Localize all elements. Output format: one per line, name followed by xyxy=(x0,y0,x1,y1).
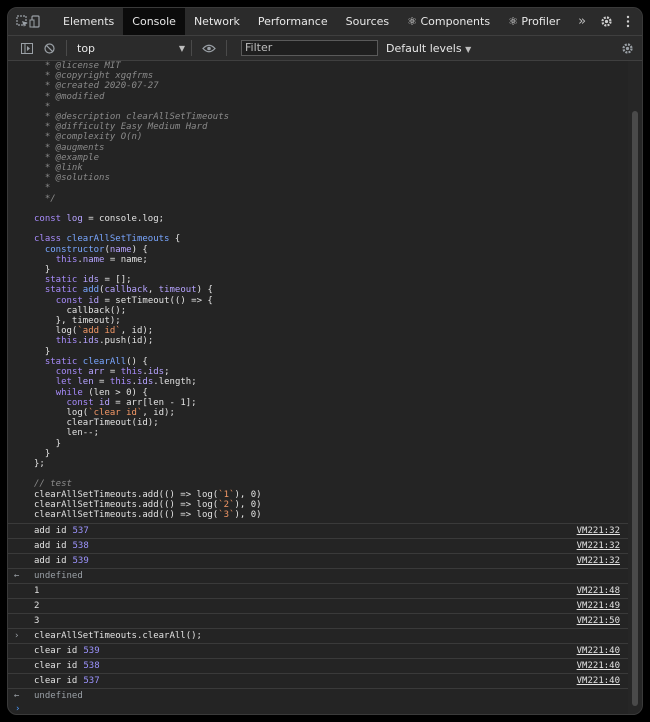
log-text: 3 xyxy=(34,616,40,627)
command-row: › clearAllSetTimeouts.clearAll(); xyxy=(8,628,628,643)
log-row: add id 539 VM221:32 xyxy=(8,553,628,568)
tab-elements[interactable]: Elements xyxy=(54,8,123,35)
console-scrollbar[interactable] xyxy=(628,61,642,714)
clear-console-icon[interactable] xyxy=(38,35,60,62)
return-value: undefined xyxy=(34,571,83,582)
source-link[interactable]: VM221:32 xyxy=(577,556,620,566)
return-value-row: ← undefined xyxy=(8,688,628,703)
chevron-down-icon: ▼ xyxy=(465,44,472,54)
log-row: 3 VM221:50 xyxy=(8,613,628,628)
tab-profiler[interactable]: ⚛ Profiler xyxy=(499,8,569,35)
console-toolbar: top ▼ Filter Default levels ▼ xyxy=(8,36,642,61)
log-number: 537 xyxy=(72,526,89,537)
log-levels-label: Default levels xyxy=(386,41,462,55)
context-label: top xyxy=(77,41,96,55)
source-link[interactable]: VM221:50 xyxy=(577,616,620,626)
source-link[interactable]: VM221:40 xyxy=(577,646,620,656)
log-text: 2 xyxy=(34,601,40,612)
toolbar-divider xyxy=(226,40,227,56)
return-arrow-icon: ← xyxy=(14,691,20,702)
source-link[interactable]: VM221:40 xyxy=(577,661,620,671)
inspect-element-icon[interactable] xyxy=(16,8,29,35)
tab-console[interactable]: Console xyxy=(123,8,185,35)
console-settings-gear-icon[interactable] xyxy=(616,35,638,62)
log-number: 539 xyxy=(72,556,89,567)
toolbar-divider xyxy=(191,40,192,56)
log-text: 1 xyxy=(34,586,40,597)
command-text: clearAllSetTimeouts.clearAll(); xyxy=(34,631,202,642)
source-link[interactable]: VM221:49 xyxy=(577,601,620,611)
more-tabs-button[interactable]: » xyxy=(569,8,595,35)
log-text: add id xyxy=(34,556,67,567)
return-value-row: ← undefined xyxy=(8,568,628,583)
kebab-menu-icon[interactable] xyxy=(617,8,639,35)
filter-input[interactable]: Filter xyxy=(241,40,378,56)
tab-network[interactable]: Network xyxy=(185,8,249,35)
input-prompt-icon: › xyxy=(14,631,20,642)
source-link[interactable]: VM221:40 xyxy=(577,676,620,686)
log-row: 2 VM221:49 xyxy=(8,598,628,613)
log-row: add id 538 VM221:32 xyxy=(8,538,628,553)
log-row: 1 VM221:48 xyxy=(8,583,628,598)
log-number: 539 xyxy=(83,646,100,657)
eye-icon[interactable] xyxy=(198,35,220,62)
source-link[interactable]: VM221:32 xyxy=(577,541,620,551)
log-text: add id xyxy=(34,526,67,537)
scrollbar-thumb[interactable] xyxy=(632,111,638,706)
toolbar-divider xyxy=(66,40,67,56)
log-text: clear id xyxy=(34,646,78,657)
devtools-tabbar: Elements Console Network Performance Sou… xyxy=(8,8,642,36)
source-link[interactable]: VM221:48 xyxy=(577,586,620,596)
close-icon[interactable] xyxy=(639,8,642,35)
log-row: clear id 539 VM221:40 xyxy=(8,643,628,658)
log-row: add id 537 VM221:32 xyxy=(8,523,628,538)
device-toggle-icon[interactable] xyxy=(29,8,42,35)
code-input-block: * @license MIT * @copyright xgqfrms * @c… xyxy=(34,61,262,520)
log-text: add id xyxy=(34,541,67,552)
log-text: clear id xyxy=(34,661,78,672)
log-row: clear id 537 VM221:40 xyxy=(8,673,628,688)
tab-performance[interactable]: Performance xyxy=(249,8,337,35)
log-levels-dropdown[interactable]: Default levels ▼ xyxy=(386,42,471,55)
chevron-down-icon: ▼ xyxy=(178,43,185,53)
prompt-caret-icon: › xyxy=(15,704,21,714)
return-arrow-icon: ← xyxy=(14,571,20,582)
log-row: clear id 538 VM221:40 xyxy=(8,658,628,673)
log-number: 538 xyxy=(83,661,100,672)
devtools-window: Elements Console Network Performance Sou… xyxy=(7,7,643,715)
return-value: undefined xyxy=(34,691,83,702)
source-link[interactable]: VM221:32 xyxy=(577,526,620,536)
log-number: 537 xyxy=(83,676,100,687)
log-number: 538 xyxy=(72,541,89,552)
console-output: * @license MIT * @copyright xgqfrms * @c… xyxy=(8,61,628,714)
gear-icon[interactable] xyxy=(595,8,617,35)
tab-sources[interactable]: Sources xyxy=(337,8,399,35)
log-text: clear id xyxy=(34,676,78,687)
console-prompt-input[interactable]: › xyxy=(8,703,628,714)
context-selector[interactable]: top ▼ xyxy=(73,42,185,55)
tab-components[interactable]: ⚛ Components xyxy=(398,8,499,35)
sidebar-toggle-icon[interactable] xyxy=(16,35,38,62)
